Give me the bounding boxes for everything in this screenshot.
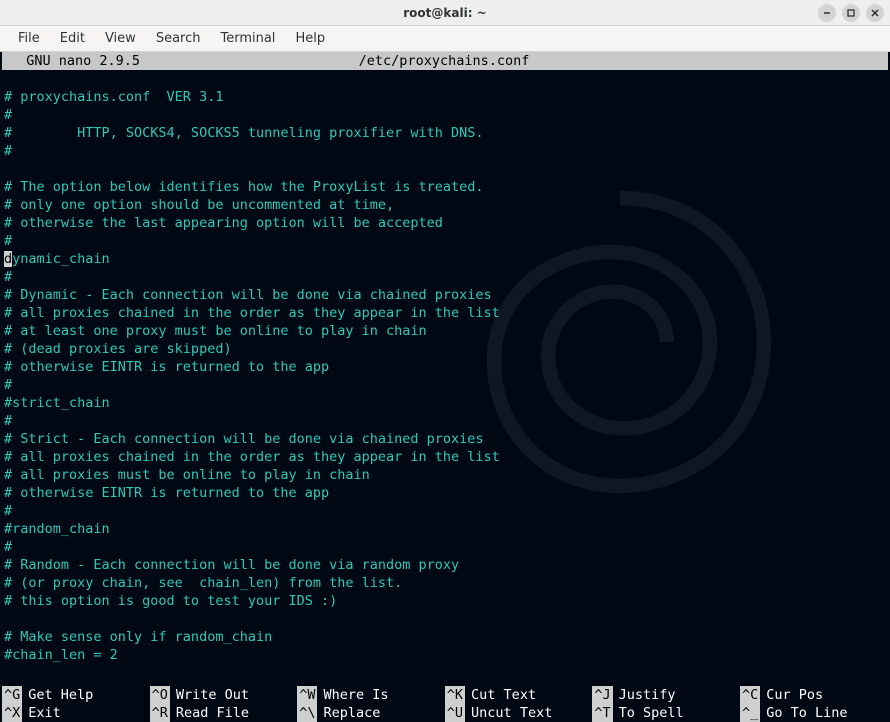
- shortcut-item: ^KCut Text: [445, 686, 593, 704]
- editor-line[interactable]: #: [4, 232, 886, 250]
- editor-line[interactable]: #: [4, 412, 886, 430]
- close-button[interactable]: [866, 4, 884, 22]
- menu-help[interactable]: Help: [285, 28, 335, 49]
- close-icon: [870, 8, 880, 18]
- menu-file[interactable]: File: [8, 28, 50, 49]
- editor-line[interactable]: # otherwise EINTR is returned to the app: [4, 484, 886, 502]
- shortcut-key: ^J: [592, 686, 612, 704]
- minimize-button[interactable]: [818, 4, 836, 22]
- shortcut-label: Replace: [317, 704, 380, 722]
- editor-line[interactable]: #: [4, 502, 886, 520]
- shortcut-label: Exit: [22, 704, 61, 722]
- editor-line[interactable]: #: [4, 142, 886, 160]
- maximize-button[interactable]: [842, 4, 860, 22]
- shortcut-item: ^XExit: [2, 704, 150, 722]
- shortcut-item: ^TTo Spell: [592, 704, 740, 722]
- shortcut-label: Get Help: [22, 686, 93, 704]
- shortcut-key: ^K: [445, 686, 465, 704]
- shortcut-item: ^OWrite Out: [150, 686, 298, 704]
- nano-header: GNU nano 2.9.5 /etc/proxychains.conf: [2, 52, 888, 70]
- editor-line[interactable]: # all proxies chained in the order as th…: [4, 448, 886, 466]
- editor-line[interactable]: [4, 160, 886, 178]
- shortcut-item: ^UUncut Text: [445, 704, 593, 722]
- shortcut-key: ^T: [592, 704, 612, 722]
- titlebar: root@kali: ~: [0, 0, 890, 26]
- app-window: root@kali: ~ File Edit View Search Termi…: [0, 0, 890, 722]
- shortcut-item: ^_Go To Line: [740, 704, 888, 722]
- shortcut-label: Uncut Text: [465, 704, 552, 722]
- terminal-area[interactable]: GNU nano 2.9.5 /etc/proxychains.conf # p…: [0, 52, 890, 722]
- editor-line[interactable]: # (or proxy chain, see chain_len) from t…: [4, 574, 886, 592]
- editor-line[interactable]: #: [4, 106, 886, 124]
- nano-file-path: /etc/proxychains.conf: [140, 52, 748, 70]
- editor-line[interactable]: # only one option should be uncommented …: [4, 196, 886, 214]
- editor-line[interactable]: # at least one proxy must be online to p…: [4, 322, 886, 340]
- editor-line[interactable]: # HTTP, SOCKS4, SOCKS5 tunneling proxifi…: [4, 124, 886, 142]
- nano-shortcut-bar: ^GGet Help^OWrite Out^WWhere Is^KCut Tex…: [0, 686, 890, 722]
- shortcut-key: ^C: [740, 686, 760, 704]
- editor-line[interactable]: # The option below identifies how the Pr…: [4, 178, 886, 196]
- editor-line[interactable]: # Dynamic - Each connection will be done…: [4, 286, 886, 304]
- shortcut-key: ^_: [740, 704, 760, 722]
- shortcut-label: Cut Text: [465, 686, 536, 704]
- shortcut-key: ^W: [297, 686, 317, 704]
- editor-body[interactable]: # proxychains.conf VER 3.1## HTTP, SOCKS…: [2, 70, 888, 664]
- shortcut-label: Write Out: [170, 686, 249, 704]
- editor-line[interactable]: #chain_len = 2: [4, 646, 886, 664]
- shortcut-label: Cur Pos: [760, 686, 823, 704]
- shortcut-label: Go To Line: [760, 704, 847, 722]
- shortcut-key: ^\: [297, 704, 317, 722]
- shortcut-item: ^GGet Help: [2, 686, 150, 704]
- shortcut-key: ^G: [2, 686, 22, 704]
- minimize-icon: [822, 8, 832, 18]
- editor-line[interactable]: # (dead proxies are skipped): [4, 340, 886, 358]
- shortcut-item: ^WWhere Is: [297, 686, 445, 704]
- editor-line[interactable]: # proxychains.conf VER 3.1: [4, 88, 886, 106]
- menu-terminal[interactable]: Terminal: [210, 28, 285, 49]
- editor-line[interactable]: #random_chain: [4, 520, 886, 538]
- shortcut-item: ^CCur Pos: [740, 686, 888, 704]
- shortcut-item: ^RRead File: [150, 704, 298, 722]
- shortcut-label: Justify: [613, 686, 676, 704]
- shortcut-label: Where Is: [317, 686, 388, 704]
- shortcut-key: ^R: [150, 704, 170, 722]
- editor-line[interactable]: #: [4, 268, 886, 286]
- shortcut-item: ^\Replace: [297, 704, 445, 722]
- editor-line[interactable]: # this option is good to test your IDS :…: [4, 592, 886, 610]
- editor-line[interactable]: # Strict - Each connection will be done …: [4, 430, 886, 448]
- window-title: root@kali: ~: [403, 6, 486, 20]
- menu-search[interactable]: Search: [146, 28, 211, 49]
- editor-line[interactable]: # otherwise EINTR is returned to the app: [4, 358, 886, 376]
- window-controls: [818, 4, 884, 22]
- shortcut-label: Read File: [170, 704, 249, 722]
- nano-app-label: GNU nano 2.9.5: [2, 52, 140, 70]
- editor-line[interactable]: [4, 70, 886, 88]
- editor-line[interactable]: # Random - Each connection will be done …: [4, 556, 886, 574]
- menu-view[interactable]: View: [95, 28, 146, 49]
- editor-line[interactable]: # all proxies must be online to play in …: [4, 466, 886, 484]
- shortcut-key: ^O: [150, 686, 170, 704]
- shortcut-key: ^U: [445, 704, 465, 722]
- editor-line[interactable]: #: [4, 538, 886, 556]
- menu-edit[interactable]: Edit: [50, 28, 95, 49]
- editor-line[interactable]: #strict_chain: [4, 394, 886, 412]
- shortcut-label: To Spell: [613, 704, 684, 722]
- cursor: d: [4, 251, 12, 267]
- shortcut-item: ^JJustify: [592, 686, 740, 704]
- maximize-icon: [846, 8, 856, 18]
- editor-line[interactable]: # Make sense only if random_chain: [4, 628, 886, 646]
- menubar: File Edit View Search Terminal Help: [0, 26, 890, 52]
- editor-line[interactable]: #: [4, 376, 886, 394]
- editor-line[interactable]: # all proxies chained in the order as th…: [4, 304, 886, 322]
- shortcut-key: ^X: [2, 704, 22, 722]
- editor-line[interactable]: [4, 610, 886, 628]
- editor-line[interactable]: # otherwise the last appearing option wi…: [4, 214, 886, 232]
- editor-line[interactable]: dynamic_chain: [4, 250, 886, 268]
